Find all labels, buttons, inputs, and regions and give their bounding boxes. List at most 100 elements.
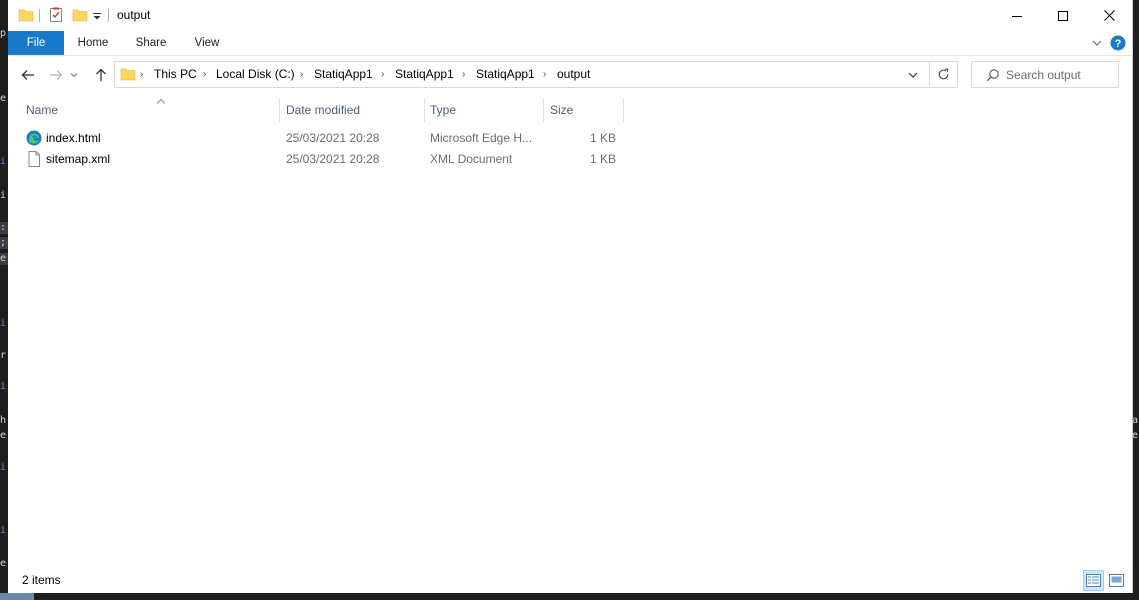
file-row-index-html[interactable]: index.html 25/03/2021 20:28 Microsoft Ed… (20, 128, 620, 149)
navigation-bar: › This PC › Local Disk (C:) › StatiqApp1… (8, 56, 1132, 94)
breadcrumb-separator[interactable]: › (140, 62, 143, 87)
address-history-dropdown[interactable] (906, 68, 920, 82)
folder-icon (120, 66, 136, 85)
background-code-glyph: i (0, 318, 7, 329)
file-size: 1 KB (589, 131, 616, 145)
close-icon (1103, 10, 1115, 21)
file-name: index.html (46, 131, 101, 145)
refresh-icon (938, 68, 949, 80)
background-code-glyph: i (0, 381, 7, 392)
file-size: 1 KB (589, 152, 616, 166)
edge-html-icon (26, 130, 42, 149)
details-view-icon (1086, 574, 1101, 587)
forward-arrow-icon (50, 70, 63, 80)
up-arrow-icon (96, 68, 106, 81)
separator (39, 9, 40, 22)
background-code-glyph: e (0, 430, 7, 441)
background-code-glyph: e (0, 558, 7, 569)
back-button[interactable] (18, 65, 38, 85)
tab-share[interactable]: Share (128, 31, 174, 55)
sort-ascending-icon (156, 98, 166, 104)
window-title: output (117, 8, 151, 22)
customize-toolbar-dropdown-icon[interactable] (92, 6, 102, 24)
breadcrumb-separator[interactable]: › (300, 62, 303, 87)
background-code-glyph: i (0, 156, 7, 167)
properties-icon[interactable] (48, 6, 64, 24)
column-header-date-label: Date modified (286, 103, 361, 117)
large-icons-view-icon (1109, 574, 1124, 587)
tab-home[interactable]: Home (70, 31, 116, 55)
breadcrumb-statiqapp1-a[interactable]: StatiqApp1 (314, 62, 373, 87)
minimize-button[interactable] (994, 0, 1040, 31)
details-view-button[interactable] (1083, 570, 1104, 591)
search-box[interactable] (971, 61, 1119, 88)
chevron-down-icon (908, 72, 918, 78)
new-folder-icon[interactable] (72, 6, 88, 24)
background-code-glyph: i (0, 525, 7, 536)
file-date-modified: 25/03/2021 20:28 (286, 152, 380, 166)
column-header-name-label: Name (26, 103, 59, 117)
maximize-button[interactable] (1040, 0, 1086, 31)
back-arrow-icon (21, 70, 34, 80)
column-header-size[interactable]: Size (544, 98, 624, 122)
file-row-sitemap-xml[interactable]: sitemap.xml 25/03/2021 20:28 XML Documen… (20, 149, 620, 170)
xml-file-icon (26, 151, 42, 170)
breadcrumb-local-disk[interactable]: Local Disk (C:) (216, 62, 295, 87)
close-button[interactable] (1086, 0, 1132, 31)
expand-ribbon-icon[interactable] (1091, 34, 1103, 52)
taskbar-strip (0, 593, 1139, 600)
folder-icon (18, 6, 34, 24)
chevron-down-icon (70, 73, 78, 78)
maximize-icon (1058, 10, 1068, 21)
background-code-glyph: : (0, 222, 8, 234)
file-explorer-window: output File Home Share View ? › This PC … (8, 0, 1133, 593)
column-header-type-label: Type (430, 103, 457, 117)
breadcrumb-separator[interactable]: › (381, 62, 384, 87)
background-code-glyph: i (0, 190, 7, 201)
background-code-glyph: ; (0, 237, 8, 249)
tab-view[interactable]: View (184, 31, 230, 55)
column-header-name[interactable]: Name (20, 98, 280, 122)
background-code-glyph: e (1132, 430, 1139, 441)
breadcrumb-separator[interactable]: › (203, 62, 206, 87)
breadcrumb-this-pc[interactable]: This PC (154, 62, 197, 87)
help-icon[interactable]: ? (1110, 34, 1126, 52)
refresh-button[interactable] (930, 61, 958, 88)
breadcrumb-separator[interactable]: › (462, 62, 465, 87)
item-count: 2 items (22, 573, 61, 587)
large-icons-view-button[interactable] (1106, 570, 1127, 591)
ribbon-tabs: File Home Share View ? (8, 31, 1132, 56)
background-code-glyph: r (0, 350, 7, 361)
file-type: Microsoft Edge H... (430, 131, 533, 145)
background-code-glyph: i (0, 462, 7, 473)
recent-locations-button[interactable] (68, 65, 80, 85)
forward-button[interactable] (46, 65, 66, 85)
file-name: sitemap.xml (46, 152, 111, 166)
svg-text:?: ? (1115, 38, 1122, 50)
title-bar: output (8, 0, 1132, 31)
column-header-date-modified[interactable]: Date modified (280, 98, 424, 122)
tab-file[interactable]: File (8, 31, 64, 55)
file-list: Name Date modified Type Size index.html … (8, 94, 1132, 564)
status-bar: 2 items (8, 568, 1132, 593)
background-code-glyph: p (0, 28, 7, 39)
up-button[interactable] (91, 65, 111, 85)
file-date-modified: 25/03/2021 20:28 (286, 131, 380, 145)
address-bar[interactable]: › This PC › Local Disk (C:) › StatiqApp1… (114, 61, 930, 88)
background-code-glyph: e (0, 253, 8, 265)
column-header-type[interactable]: Type (424, 98, 544, 122)
background-code-glyph: e (0, 93, 7, 104)
breadcrumb-output[interactable]: output (557, 62, 590, 87)
breadcrumb-statiqapp1-c[interactable]: StatiqApp1 (476, 62, 535, 87)
breadcrumb-separator[interactable]: › (543, 62, 546, 87)
column-divider[interactable] (623, 98, 624, 122)
file-type: XML Document (430, 152, 513, 166)
search-icon (986, 68, 1000, 85)
search-input[interactable] (1006, 65, 1114, 84)
background-code-glyph: h (0, 415, 7, 426)
minimize-icon (1012, 15, 1022, 17)
taskbar-chip (0, 593, 34, 600)
background-editor-strip: p e i i : ; e i r i h e i i e (0, 0, 8, 600)
background-code-glyph: a (1132, 415, 1139, 426)
breadcrumb-statiqapp1-b[interactable]: StatiqApp1 (395, 62, 454, 87)
